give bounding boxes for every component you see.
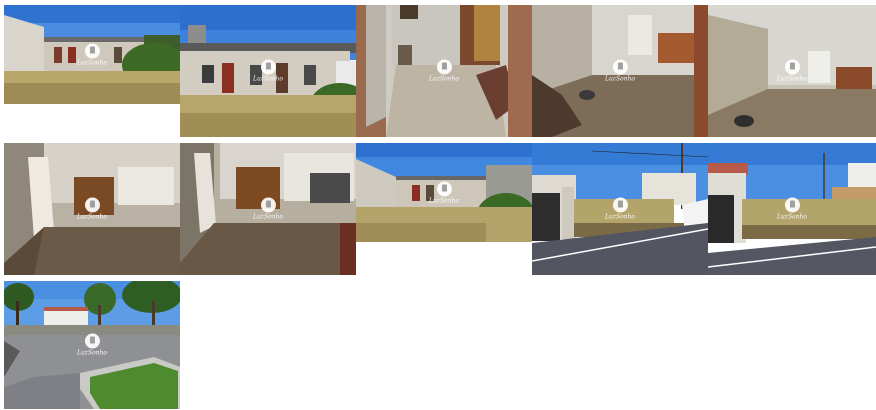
photo-image — [356, 5, 532, 137]
gallery-photo-2[interactable]: LuzSonho — [180, 5, 356, 137]
photo-image — [4, 5, 180, 104]
photo-image — [180, 5, 356, 137]
gallery-photo-3[interactable]: LuzSonho — [356, 5, 532, 137]
photo-image — [4, 281, 180, 409]
gallery-photo-10[interactable]: LuzSonho — [708, 143, 876, 275]
gallery-photo-9[interactable]: LuzSonho — [532, 143, 708, 275]
photo-gallery: LuzSonho LuzSonho LuzSonho LuzSonho LuzS… — [0, 0, 876, 410]
photo-image — [532, 5, 708, 137]
gallery-photo-1[interactable]: LuzSonho — [4, 5, 180, 104]
gallery-photo-6[interactable]: LuzSonho — [4, 143, 180, 275]
photo-image — [532, 143, 708, 275]
photo-image — [708, 143, 876, 275]
gallery-photo-11[interactable]: LuzSonho — [4, 281, 180, 409]
gallery-photo-8[interactable]: LuzSonho — [356, 143, 532, 242]
gallery-photo-5[interactable]: LuzSonho — [708, 5, 876, 137]
photo-image — [356, 143, 532, 242]
gallery-photo-7[interactable]: LuzSonho — [180, 143, 356, 275]
photo-image — [180, 143, 356, 275]
photo-image — [4, 143, 180, 275]
gallery-photo-4[interactable]: LuzSonho — [532, 5, 708, 137]
photo-image — [708, 5, 876, 137]
